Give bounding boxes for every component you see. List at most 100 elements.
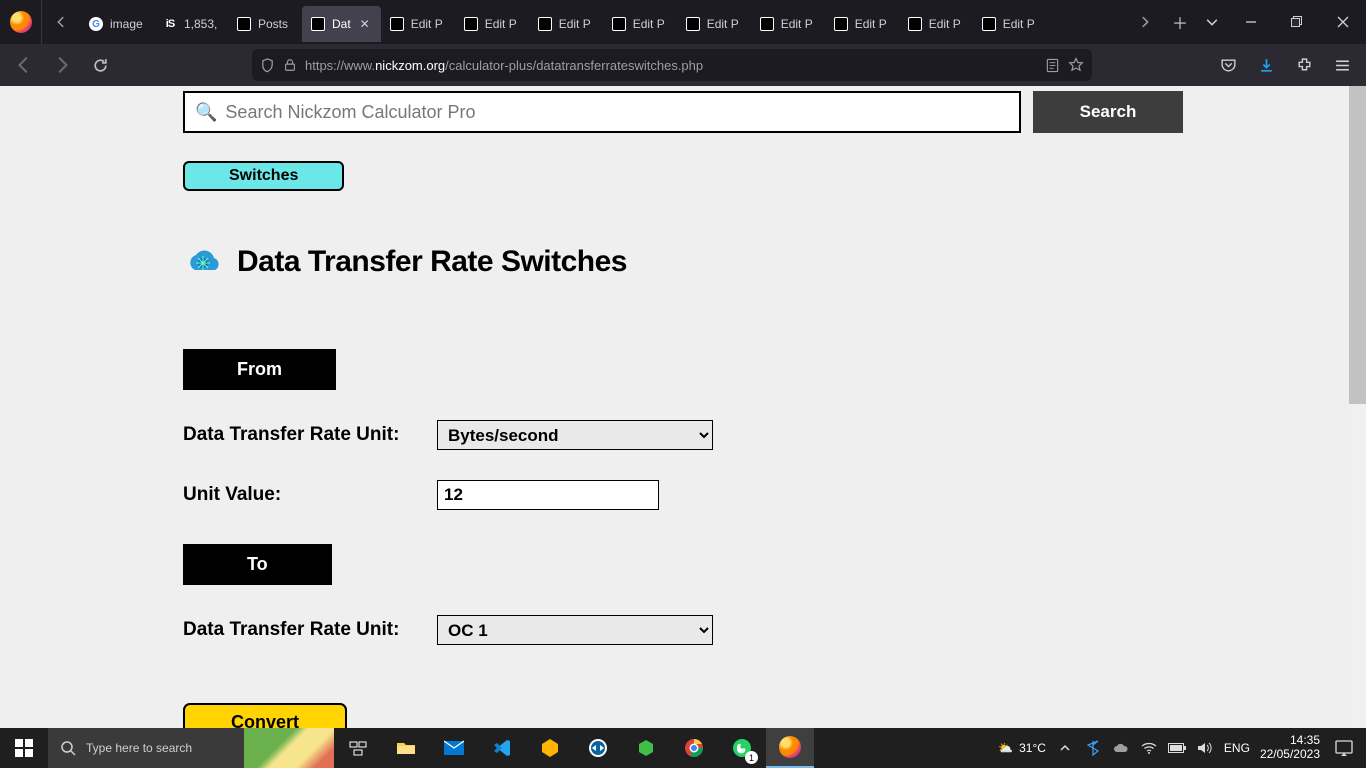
tab-label: 1,853,	[184, 17, 220, 31]
tab[interactable]: Edit P	[677, 6, 751, 42]
site-search-input[interactable]: 🔍 Search Nickzom Calculator Pro	[183, 91, 1021, 133]
taskbar-widget[interactable]	[244, 728, 334, 768]
search-icon: 🔍	[195, 102, 217, 123]
page-title: Data Transfer Rate Switches	[237, 245, 627, 279]
taskbar-clock[interactable]: 14:35 22/05/2023	[1260, 734, 1320, 762]
new-tab-button[interactable]: ＋	[1164, 0, 1196, 44]
site-search-button[interactable]: Search	[1033, 91, 1183, 133]
tab[interactable]: Edit P	[899, 6, 973, 42]
window-restore-button[interactable]	[1274, 0, 1320, 44]
tab-label: Edit P	[559, 17, 595, 31]
favicon-icon: iS	[166, 18, 174, 30]
favicon-icon	[760, 17, 774, 31]
tab-label: image	[110, 17, 146, 31]
firefox-menu-button[interactable]	[0, 0, 42, 44]
convert-button[interactable]: Convert	[183, 703, 347, 728]
firefox-taskbar-icon[interactable]	[766, 728, 814, 768]
mail-icon[interactable]	[430, 728, 478, 768]
clock-time: 14:35	[1260, 734, 1320, 748]
windows-taskbar: Type here to search	[0, 728, 1366, 768]
favicon-icon	[834, 17, 848, 31]
weather-icon: ⛅	[998, 741, 1013, 755]
firefox-icon	[779, 736, 801, 758]
tab[interactable]: iS 1,853,	[154, 6, 228, 42]
tab-label: Posts	[258, 17, 294, 31]
language-indicator[interactable]: ENG	[1224, 741, 1250, 755]
tab-active[interactable]: Dat ✕	[302, 6, 381, 42]
toolbar: https://www.nickzom.org/calculator-plus/…	[0, 44, 1366, 86]
reader-mode-icon[interactable]	[1045, 58, 1060, 73]
windows-icon	[15, 739, 33, 757]
unit-value-input[interactable]	[437, 480, 659, 510]
tab-label: Dat	[332, 17, 351, 31]
forward-button[interactable]	[46, 49, 78, 81]
task-view-icon[interactable]	[334, 728, 382, 768]
tab[interactable]: Edit P	[529, 6, 603, 42]
tab-label: Edit P	[855, 17, 891, 31]
favicon-icon	[464, 17, 478, 31]
weather-widget[interactable]: ⛅ 31°C	[998, 741, 1046, 755]
clock-date: 22/05/2023	[1260, 748, 1320, 762]
tab-label: Edit P	[707, 17, 743, 31]
firefox-icon	[10, 11, 32, 33]
file-explorer-icon[interactable]	[382, 728, 430, 768]
tab[interactable]: Posts	[228, 6, 302, 42]
scroll-thumb[interactable]	[1349, 86, 1366, 404]
taskbar-search-placeholder: Type here to search	[86, 741, 192, 755]
tab-strip: G image iS 1,853, Posts Dat ✕ Edit P	[80, 6, 1126, 42]
extensions-icon[interactable]	[1288, 49, 1320, 81]
downloads-icon[interactable]	[1250, 49, 1282, 81]
notifications-icon[interactable]	[1330, 740, 1358, 756]
tab-label: Edit P	[1003, 17, 1039, 31]
tab[interactable]: Edit P	[603, 6, 677, 42]
tab-scroll-right[interactable]	[1126, 0, 1164, 44]
pocket-icon[interactable]	[1212, 49, 1244, 81]
vscode-icon[interactable]	[478, 728, 526, 768]
page-viewport: 🔍 Search Nickzom Calculator Pro Search S…	[0, 86, 1366, 728]
search-icon	[60, 740, 76, 756]
unit-value-label: Unit Value:	[183, 484, 413, 506]
close-tab-icon[interactable]: ✕	[357, 16, 373, 32]
to-unit-label: Data Transfer Rate Unit:	[183, 619, 413, 641]
reload-button[interactable]	[84, 49, 116, 81]
tab[interactable]: Edit P	[825, 6, 899, 42]
teamviewer-icon[interactable]	[574, 728, 622, 768]
window-minimize-button[interactable]	[1228, 0, 1274, 44]
favicon-icon	[538, 17, 552, 31]
onedrive-icon[interactable]	[1112, 739, 1130, 757]
to-unit-select[interactable]: OC 1	[437, 615, 713, 645]
tab[interactable]: G image	[80, 6, 154, 42]
back-button[interactable]	[8, 49, 40, 81]
from-unit-select[interactable]: Bytes/second	[437, 420, 713, 450]
volume-icon[interactable]	[1196, 739, 1214, 757]
tab-label: Edit P	[929, 17, 965, 31]
window-close-button[interactable]	[1320, 0, 1366, 44]
chrome-icon[interactable]	[670, 728, 718, 768]
bluetooth-icon[interactable]	[1084, 739, 1102, 757]
tab[interactable]: Edit P	[381, 6, 455, 42]
tab[interactable]: Edit P	[751, 6, 825, 42]
favicon-icon	[311, 17, 325, 31]
favicon-icon	[390, 17, 404, 31]
favicon-icon	[982, 17, 996, 31]
tab[interactable]: Edit P	[973, 6, 1047, 42]
tab-scroll-left[interactable]	[42, 0, 80, 44]
tab[interactable]: Edit P	[455, 6, 529, 42]
favicon-icon	[612, 17, 626, 31]
app-menu-icon[interactable]	[1326, 49, 1358, 81]
battery-icon[interactable]	[1168, 739, 1186, 757]
all-tabs-button[interactable]	[1196, 0, 1228, 44]
favicon-icon	[908, 17, 922, 31]
taskbar-search[interactable]: Type here to search	[48, 728, 244, 768]
wifi-icon[interactable]	[1140, 739, 1158, 757]
app-icon[interactable]	[622, 728, 670, 768]
from-section-label: From	[183, 349, 336, 390]
switches-button[interactable]: Switches	[183, 161, 344, 191]
scrollbar[interactable]	[1349, 86, 1366, 728]
url-bar[interactable]: https://www.nickzom.org/calculator-plus/…	[252, 49, 1092, 81]
app-icon[interactable]	[526, 728, 574, 768]
tray-chevron-icon[interactable]	[1056, 739, 1074, 757]
bookmark-icon[interactable]	[1068, 57, 1084, 73]
start-button[interactable]	[0, 728, 48, 768]
whatsapp-icon[interactable]	[718, 728, 766, 768]
